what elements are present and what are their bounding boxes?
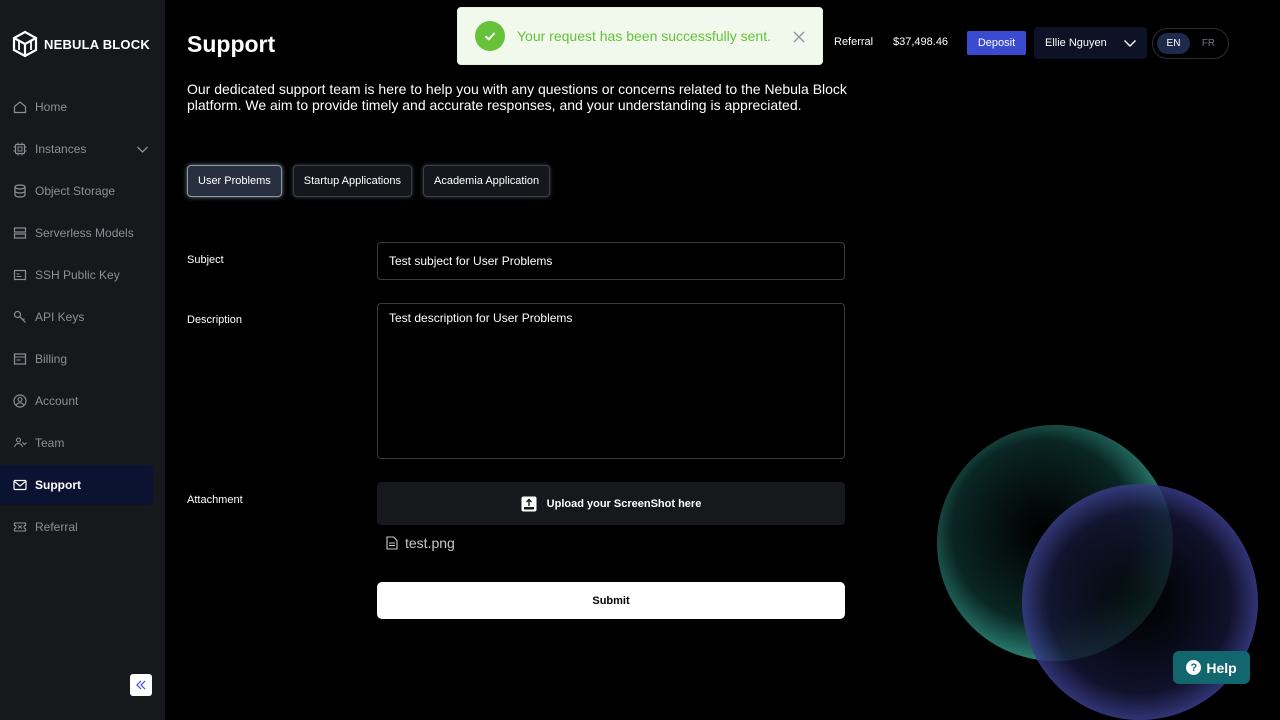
sidebar-item-billing[interactable]: Billing [0,339,153,379]
toast-message: Your request has been successfully sent. [517,28,771,44]
sidebar-item-serverless-models[interactable]: Serverless Models [0,213,153,253]
sidebar-item-referral[interactable]: Referral [0,507,153,547]
user-menu[interactable]: Ellie Nguyen [1034,27,1147,59]
page-title: Support [187,31,276,57]
help-label: Help [1206,659,1237,676]
billing-icon [13,353,27,365]
account-icon [13,394,27,408]
sidebar-item-account[interactable]: Account [0,381,153,421]
chip-icon [13,142,27,156]
sidebar-nav: Home Instances Object Storage Serverless… [0,85,165,549]
user-name: Ellie Nguyen [1045,37,1107,49]
attached-file[interactable]: test.png [386,535,455,551]
violet-sphere [1022,484,1258,720]
mail-icon [13,479,27,491]
subject-label: Subject [187,254,224,266]
sidebar-item-support[interactable]: Support [0,465,153,505]
double-chevron-left-icon [136,680,146,690]
sidebar-item-label: Object Storage [35,184,116,198]
support-intro-text: Our dedicated support team is here to he… [187,81,847,113]
sidebar: NEBULA BLOCK Home Instances Object Stora… [0,0,165,720]
sidebar-item-api-keys[interactable]: API Keys [0,297,153,337]
support-tabs: User Problems Startup Applications Acade… [187,165,551,197]
account-balance: $37,498.46 [893,36,949,48]
brand-name: NEBULA BLOCK [44,36,150,52]
sidebar-item-home[interactable]: Home [0,87,153,127]
tab-academia-application[interactable]: Academia Application [422,165,551,197]
database-icon [14,184,26,198]
upload-label: Upload your ScreenShot here [546,497,702,510]
sidebar-item-label: Home [35,100,68,114]
description-textarea[interactable]: Test description for User Problems [377,303,845,459]
ticket-icon [13,522,27,532]
server-icon [13,227,27,239]
attached-file-name: test.png [405,535,455,551]
subject-input[interactable] [377,242,845,280]
cube-logo-icon [12,30,38,58]
upload-screenshot-button[interactable]: Upload your ScreenShot here [377,482,845,525]
deposit-button[interactable]: Deposit [967,31,1026,55]
home-icon [13,101,27,114]
sidebar-item-label: Support [35,478,81,492]
sidebar-item-object-storage[interactable]: Object Storage [0,171,153,211]
sidebar-item-label: SSH Public Key [35,268,120,282]
success-toast: Your request has been successfully sent. [457,7,823,65]
tab-user-problems[interactable]: User Problems [187,165,282,197]
chevron-down-icon [1124,40,1136,47]
language-switcher: EN FR [1152,28,1229,59]
close-icon[interactable] [792,30,806,44]
sidebar-item-label: Billing [35,352,68,366]
success-check-icon [475,21,505,51]
upload-image-icon [521,496,537,511]
sidebar-item-instances[interactable]: Instances [0,129,153,169]
sidebar-item-label: Instances [35,142,87,156]
sidebar-item-ssh-public-key[interactable]: SSH Public Key [0,255,153,295]
sidebar-item-label: Referral [35,520,78,534]
brand-logo[interactable]: NEBULA BLOCK [12,30,150,58]
key-icon [13,310,26,323]
sidebar-item-label: Serverless Models [35,226,134,240]
sidebar-item-label: Account [35,394,79,408]
language-option-fr[interactable]: FR [1192,33,1225,54]
team-icon [13,437,27,448]
language-option-en[interactable]: EN [1157,33,1190,54]
sidebar-item-label: Team [35,436,65,450]
question-icon: ? [1186,660,1202,675]
tab-startup-applications[interactable]: Startup Applications [292,165,412,197]
referral-link[interactable]: Referral [834,36,873,48]
attachment-label: Attachment [187,494,243,506]
description-label: Description [187,314,243,326]
help-button[interactable]: ? Help [1173,651,1250,684]
chevron-down-icon[interactable] [136,143,149,156]
collapse-sidebar-button[interactable] [130,674,152,696]
submit-button[interactable]: Submit [377,582,845,619]
sidebar-item-team[interactable]: Team [0,423,153,463]
sidebar-item-label: API Keys [35,310,85,324]
ssh-key-icon [13,269,27,281]
file-icon [386,536,398,550]
